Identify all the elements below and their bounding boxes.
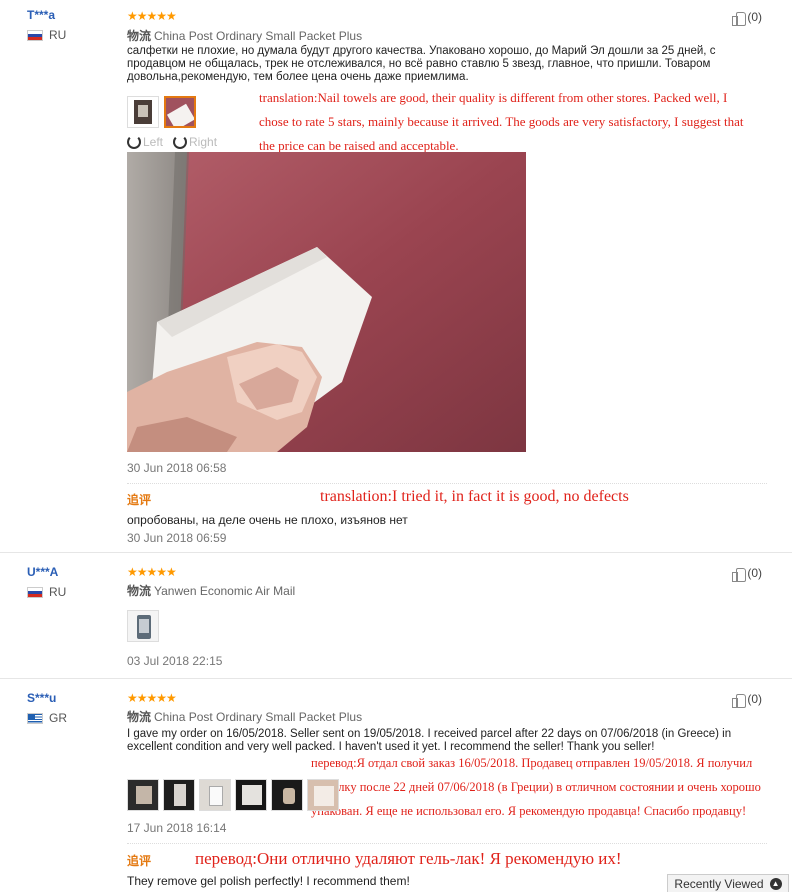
photo-thumbnail-selected[interactable]	[164, 96, 196, 128]
star-rating: ★★★★★	[127, 565, 177, 579]
rotate-left-icon	[127, 135, 141, 149]
helpful-count: (0)	[747, 10, 762, 24]
rotate-left-button[interactable]: Left	[127, 135, 163, 149]
star-rating: ★★★★★	[127, 691, 177, 705]
additional-review-label: 追评	[127, 854, 152, 868]
shipping-name: Yanwen Economic Air Mail	[154, 584, 296, 598]
photo-thumbnail[interactable]	[271, 779, 303, 811]
helpful-button[interactable]: (0)	[731, 566, 762, 582]
rotate-controls: Left Right	[127, 135, 217, 149]
review-date: 03 Jul 2018 22:15	[127, 654, 223, 668]
photo-thumbnail[interactable]	[127, 610, 159, 642]
shipping-name: China Post Ordinary Small Packet Plus	[154, 29, 363, 43]
helpful-button[interactable]: (0)	[731, 692, 762, 708]
flag-ru-icon	[27, 29, 43, 41]
shipping-method: 物流 Yanwen Economic Air Mail	[127, 582, 295, 599]
rotate-right-icon	[173, 135, 188, 149]
divider	[127, 483, 767, 484]
additional-translation: перевод:Они отлично удаляют гель-лак! Я …	[195, 849, 622, 868]
review-item: S***u GR ★★★★★ (0) 物流 China Post Ordinary…	[0, 679, 792, 892]
reviewer-name[interactable]: S***u	[27, 691, 56, 705]
helpful-count: (0)	[747, 566, 762, 580]
shipping-label: 物流	[127, 29, 152, 43]
shipping-name: China Post Ordinary Small Packet Plus	[154, 710, 363, 724]
divider	[127, 843, 767, 844]
recently-viewed-button[interactable]: Recently Viewed ▲	[667, 874, 789, 892]
reviewer-name[interactable]: T***a	[27, 8, 55, 22]
additional-review-label: 追评	[127, 493, 152, 507]
review-photos	[127, 779, 339, 811]
country-code: RU	[49, 28, 67, 42]
photo-thumbnail[interactable]	[307, 779, 339, 811]
reviewer-name[interactable]: U***A	[27, 565, 58, 579]
additional-review-date: 30 Jun 2018 06:59	[127, 531, 227, 545]
review-translation: translation:Nail towels are good, their …	[259, 90, 744, 153]
photo-thumbnail[interactable]	[199, 779, 231, 811]
helpful-button[interactable]: (0)	[731, 10, 762, 26]
chevron-up-icon: ▲	[769, 877, 782, 890]
review-text: салфетки не плохие, но думала будут друг…	[127, 45, 716, 83]
photo-thumbnail[interactable]	[127, 96, 159, 128]
photo-thumbnail[interactable]	[163, 779, 195, 811]
photo-wipe-on-carpet	[127, 152, 526, 452]
review-photos	[127, 610, 159, 642]
flag-gr-icon	[27, 712, 43, 724]
shipping-method: 物流 China Post Ordinary Small Packet Plus	[127, 27, 362, 44]
star-rating: ★★★★★	[127, 9, 177, 23]
enlarged-review-photo[interactable]	[127, 152, 526, 452]
review-translation: перевод:Я отдал свой заказ 16/05/2018. П…	[311, 756, 761, 818]
photo-thumbnail[interactable]	[127, 779, 159, 811]
review-item: U***A RU ★★★★★ (0) 物流 Yanwen Economic Air…	[0, 553, 792, 679]
review-date: 17 Jun 2018 16:14	[127, 821, 227, 835]
thumbs-up-icon	[731, 692, 747, 708]
photo-thumbnail[interactable]	[235, 779, 267, 811]
additional-review-text: They remove gel polish perfectly! I reco…	[127, 874, 410, 888]
flag-ru-icon	[27, 586, 43, 598]
helpful-count: (0)	[747, 692, 762, 706]
reviewer-country: GR	[27, 711, 67, 725]
reviewer-country: RU	[27, 28, 66, 42]
additional-review-text: опробованы, на деле очень не плохо, изъя…	[127, 513, 408, 527]
country-code: RU	[49, 585, 67, 599]
review-photos	[127, 96, 196, 128]
reviewer-country: RU	[27, 585, 66, 599]
shipping-label: 物流	[127, 584, 152, 598]
thumbs-up-icon	[731, 566, 747, 582]
additional-translation: translation:I tried it, in fact it is go…	[320, 488, 629, 505]
rotate-right-button[interactable]: Right	[173, 135, 217, 149]
review-item: T***a RU ★★★★★ (0) 物流 China Post Ordinary…	[0, 0, 792, 553]
thumbs-up-icon	[731, 10, 747, 26]
country-code: GR	[49, 711, 67, 725]
shipping-method: 物流 China Post Ordinary Small Packet Plus	[127, 708, 362, 725]
recently-viewed-label: Recently Viewed	[674, 876, 764, 891]
shipping-label: 物流	[127, 710, 152, 724]
review-date: 30 Jun 2018 06:58	[127, 461, 227, 475]
